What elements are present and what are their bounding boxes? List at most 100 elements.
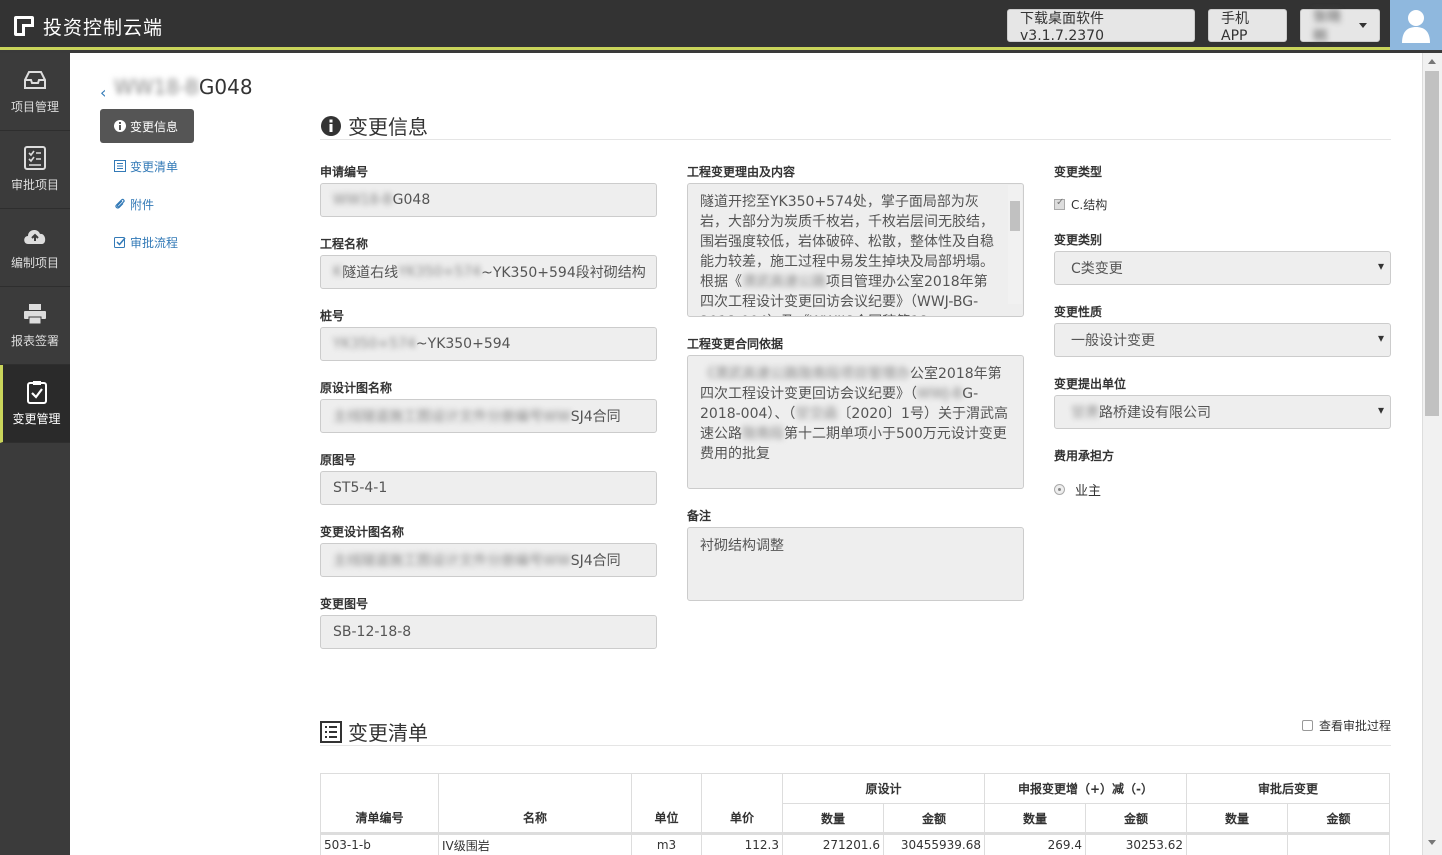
proposer-select[interactable]: 甘肃 路桥建设有限公司 [1054, 395, 1391, 429]
section-title-change-list: 变更清单 [320, 717, 428, 746]
new-drawing-name-field[interactable]: 主线隧道施工图设计文件分册编号WW SJ4合同 [320, 543, 657, 577]
blurred-text: 主线隧道施工图设计文件分册编号WW [333, 553, 571, 569]
checkbox-label: 查看审批过程 [1319, 719, 1392, 733]
approval-list-icon [22, 146, 48, 170]
col-price[interactable]: 单价 [701, 773, 783, 835]
basis-textarea[interactable]: 《渭武高速公路陇南段项目管理办公室2018年第四次工程设计变更回访会议纪要》（W… [687, 355, 1024, 489]
remark-label: 备注 [687, 509, 712, 523]
blurred-text: WWJ-B [917, 386, 963, 402]
avatar[interactable] [1390, 0, 1442, 50]
field-value: ~YK350+594 [415, 336, 511, 352]
project-name-label: 工程名称 [320, 237, 369, 251]
cost-bearer-label: 费用承担方 [1054, 449, 1115, 463]
orig-drawing-name-label: 原设计图名称 [320, 381, 393, 395]
sidebar-item-change-management[interactable]: 变更管理 [0, 365, 70, 443]
sidebar-item-report-sign[interactable]: 报表签署 [0, 287, 70, 365]
info-circle-icon [321, 115, 341, 136]
field-value: G048 [392, 192, 431, 208]
col-rep-qty[interactable]: 数量 [984, 803, 1086, 835]
change-category-select[interactable]: C类变更 [1054, 251, 1391, 285]
apply-no-label: 申请编号 [320, 165, 369, 179]
textarea-scrollbar[interactable] [1008, 185, 1022, 304]
cell-price: 112.3 [701, 833, 783, 855]
check-square-icon [114, 237, 126, 248]
radio-icon [1054, 484, 1065, 495]
user-icon [1402, 10, 1430, 43]
basis-label: 工程变更合同依据 [687, 337, 784, 351]
subnav-label: 变更信息 [130, 119, 179, 134]
col-reported-change: 申报变更增（+）减（-） [984, 773, 1187, 804]
blurred-text: 陇南段 [742, 426, 784, 442]
info-circle-icon [114, 120, 126, 132]
project-name-field[interactable]: K 隧道右线 YK350+574 ~YK350+594段衬砌结构 [320, 255, 657, 289]
cell-app-amount [1287, 833, 1390, 855]
cost-bearer-radio[interactable]: 业主 [1054, 480, 1101, 499]
table-row[interactable]: 503-1-b IV级围岩 m3 112.3 271201.6 30455939… [320, 833, 1390, 855]
view-approval-process-checkbox[interactable]: 查看审批过程 [1302, 717, 1391, 734]
orig-drawing-no-field[interactable]: ST5-4-1 [320, 471, 657, 505]
col-code[interactable]: 清单编号 [320, 773, 439, 835]
col-orig-qty[interactable]: 数量 [782, 803, 884, 835]
checkbox-icon [1054, 197, 1065, 210]
user-name: 张晓明 [1313, 8, 1341, 45]
sidebar-item-label: 报表签署 [10, 334, 59, 348]
col-name[interactable]: 名称 [438, 773, 632, 835]
mobile-app-button[interactable]: 手机APP [1208, 9, 1287, 44]
upload-icon [22, 224, 48, 248]
change-nature-label: 变更性质 [1054, 305, 1103, 319]
page-scrollbar[interactable] [1422, 53, 1442, 855]
blurred-text: 渭武高速公路 [742, 274, 826, 290]
select-value: 路桥建设有限公司 [1099, 405, 1211, 421]
col-unit[interactable]: 单位 [631, 773, 702, 835]
radio-label: 业主 [1075, 484, 1102, 499]
col-app-qty[interactable]: 数量 [1186, 803, 1288, 835]
scroll-thumb[interactable] [1425, 71, 1439, 416]
col-orig-amount[interactable]: 金额 [883, 803, 985, 835]
subnav-change-info[interactable]: 变更信息 [100, 109, 194, 143]
blurred-text: K [333, 264, 343, 280]
textarea-scroll-thumb[interactable] [1010, 201, 1020, 231]
subnav-approval-flow[interactable]: 审批流程 [100, 223, 194, 261]
orig-drawing-name-field[interactable]: 主线隧道施工图设计文件分册编号WW SJ4合同 [320, 399, 657, 433]
scroll-up-icon[interactable] [1428, 59, 1436, 64]
new-drawing-no-field[interactable]: SB-12-18-8 [320, 615, 657, 649]
subnav-change-list[interactable]: 变更清单 [100, 147, 194, 185]
col-app-amount[interactable]: 金额 [1287, 803, 1390, 835]
remark-textarea[interactable]: 衬砌结构调整 [687, 527, 1024, 601]
app-title: 投资控制云端 [43, 16, 164, 39]
cell-rep-amount: 30253.62 [1085, 833, 1187, 855]
clipboard-check-icon [24, 380, 50, 404]
download-desktop-button[interactable]: 下载桌面软件 v3.1.7.2370 [1007, 9, 1195, 44]
sidebar: 项目管理 审批项目 编制项目 报表签署 变更管理 [0, 53, 70, 855]
top-bar: 投资控制云端 下载桌面软件 v3.1.7.2370 手机APP 张晓明 [0, 0, 1442, 50]
scroll-down-icon[interactable] [1428, 840, 1436, 845]
pile-no-field[interactable]: YK350+574 ~YK350+594 [320, 327, 657, 361]
blurred-text: 甘交函 [795, 406, 838, 422]
sidebar-item-approval[interactable]: 审批项目 [0, 131, 70, 209]
back-icon[interactable]: ‹ [100, 83, 106, 102]
sidebar-item-project-management[interactable]: 项目管理 [0, 53, 70, 131]
sidebar-item-label: 项目管理 [10, 100, 59, 114]
cell-rep-qty: 269.4 [984, 833, 1086, 855]
field-value: ~YK350+594段衬砌结构 [481, 265, 646, 281]
cell-orig-amount: 30455939.68 [883, 833, 985, 855]
project-icon [22, 68, 48, 92]
new-drawing-name-label: 变更设计图名称 [320, 525, 405, 539]
reason-textarea[interactable]: 隧道开挖至YK350+574处，掌子面局部为灰岩，大部分为炭质千枚岩，千枚岩层间… [687, 183, 1024, 317]
pile-no-label: 桩号 [320, 309, 345, 323]
change-nature-select[interactable]: 一般设计变更 [1054, 323, 1391, 357]
change-category-label: 变更类别 [1054, 233, 1103, 247]
cell-code: 503-1-b [320, 833, 439, 855]
sidebar-item-edit-project[interactable]: 编制项目 [0, 209, 70, 287]
apply-no-field[interactable]: WW18-B G048 [320, 183, 657, 217]
blurred-text: YK350+574 [333, 336, 416, 352]
app-logo[interactable]: 投资控制云端 [14, 12, 163, 40]
subnav-attachments[interactable]: 附件 [100, 185, 194, 223]
col-approved-change: 审批后变更 [1186, 773, 1390, 804]
user-menu-button[interactable]: 张晓明 [1300, 9, 1380, 45]
blurred-text: 《渭武高速公路陇南段项目管理办 [700, 366, 910, 382]
page-title-suffix: G048 [198, 75, 253, 99]
change-type-checkbox[interactable]: C.结构 [1054, 196, 1107, 213]
chevron-down-icon [1359, 23, 1367, 28]
col-rep-amount[interactable]: 金额 [1085, 803, 1187, 835]
